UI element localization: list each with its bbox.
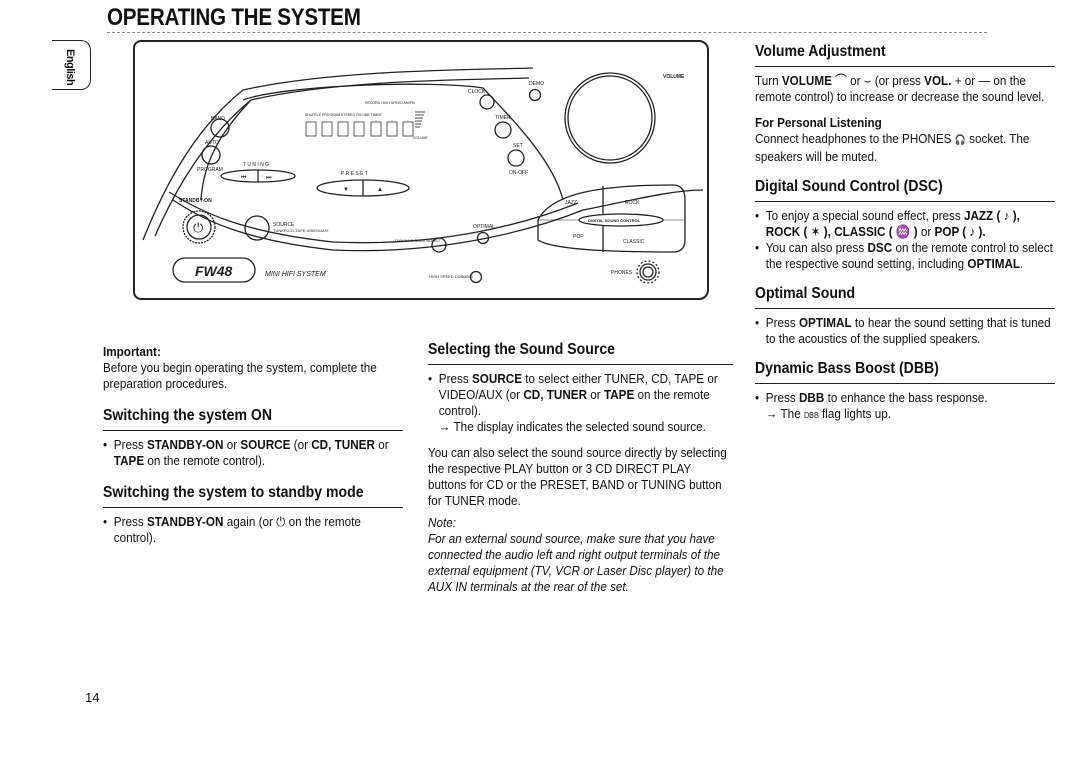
classic-icon: ♒ [895, 224, 911, 239]
left-column: Important: Before you begin operating th… [103, 344, 403, 546]
jazz-label[interactable]: JAZZ [565, 200, 577, 206]
section-divider [755, 383, 1055, 384]
power-icon: ⏻ [193, 220, 203, 235]
dsc-heading: Digital Sound Control (DSC) [755, 178, 943, 195]
set-button [507, 149, 525, 167]
important-text: Before you begin operating the system, c… [103, 360, 377, 391]
auto-program-button [201, 145, 221, 165]
standby-on-label: STANDBY-ON [179, 198, 212, 204]
display-digits [305, 121, 414, 137]
volume-label: VOLUME [663, 74, 685, 80]
middle-column: Selecting the Sound Source Press SOURCE … [428, 340, 733, 595]
display-flags-2: RECORD HIGH SPEED AM/FM [365, 101, 415, 105]
source-options-label: TUNER-CD-TAPE-VIDEO/AUX [273, 228, 329, 233]
headphones-icon: 🎧 [954, 135, 966, 146]
auto-label: AUTO [205, 140, 219, 146]
language-tab-label: English [64, 49, 76, 86]
program-label: PROGRAM [197, 167, 223, 173]
rock-label[interactable]: ROCK [625, 200, 640, 206]
note-text: For an external sound source, make sure … [428, 531, 724, 594]
dbb-flag: DBB [803, 411, 819, 420]
phones-label: PHONES [611, 270, 633, 276]
volume-heading: Volume Adjustment [755, 43, 886, 60]
dsc-remote-instruction: You can also press DSC on the remote con… [755, 240, 1055, 272]
optimal-label: OPTIMAL [473, 224, 495, 230]
clock-button [479, 94, 495, 110]
high-speed-dubbing-label: HIGH SPEED DUBBING [429, 274, 473, 279]
section-divider [755, 308, 1055, 309]
device-illustration: BAND AUTO PROGRAM T U N I N G P R E S E … [142, 67, 704, 284]
rock-icon: ✶ [810, 224, 821, 239]
display-volume-label: VOLUME [413, 136, 428, 140]
sound-source-heading: Selecting the Sound Source [428, 341, 615, 358]
sound-source-result: → The display indicates the selected sou… [438, 419, 706, 434]
dbb-instruction: Press DBB to enhance the bass response. [755, 390, 1055, 406]
section-divider [103, 430, 403, 431]
tuning-label: T U N I N G [243, 162, 269, 168]
dsc-instruction: To enjoy a special sound effect, press J… [755, 208, 1055, 240]
switch-on-instruction: Press STANDBY-ON or SOURCE (or CD, TUNER… [103, 437, 400, 469]
sound-source-paragraph: You can also select the sound source dir… [428, 445, 727, 508]
demo-label: DEMO [529, 81, 544, 87]
page-number: 14 [85, 690, 100, 705]
band-label: BAND [211, 116, 225, 122]
timer-label: TIMER [495, 115, 511, 121]
model-name: FW48 [195, 263, 233, 279]
personal-listening-text: Connect headphones to the PHONES 🎧 socke… [755, 131, 1030, 164]
set-label: SET [513, 143, 523, 149]
dbb-label: DYNAMIC BASS BOOST [395, 238, 441, 243]
display-flags: SHUFFLE PROGRAM STEREO FM DBB TIMER [305, 113, 382, 117]
important-label: Important: [103, 344, 161, 359]
demo-button [528, 88, 542, 102]
power-icon: ⏻ [276, 514, 286, 529]
dsc-label: DIGITAL SOUND CONTROL [588, 218, 641, 223]
page-title: OPERATING THE SYSTEM [107, 4, 361, 31]
right-column: Volume Adjustment Turn VOLUME ⌒ or ⌣ (or… [755, 42, 1055, 424]
language-tab[interactable]: English [52, 40, 91, 90]
section-divider [103, 507, 403, 508]
section-divider [428, 364, 733, 365]
model-description: MINI HIFI SYSTEM [265, 271, 326, 278]
section-divider [755, 66, 1055, 67]
section-divider [755, 201, 1055, 202]
preset-down-icon[interactable]: ▼ [343, 187, 349, 193]
optimal-heading: Optimal Sound [755, 285, 856, 302]
tuning-next-icon[interactable]: ⏭ [266, 175, 272, 181]
dbb-heading: Dynamic Bass Boost (DBB) [755, 360, 939, 377]
classic-label[interactable]: CLASSIC [623, 239, 645, 245]
note-label: Note: [428, 515, 456, 530]
preset-up-icon[interactable]: ▲ [377, 187, 383, 193]
clock-label: CLOCK [468, 89, 486, 95]
title-divider [107, 32, 987, 33]
sound-source-instruction: Press SOURCE to select either TUNER, CD,… [428, 371, 732, 419]
preset-label: P R E S E T [341, 171, 368, 177]
on-off-label: ON-OFF [509, 170, 528, 176]
standby-instruction: Press STANDBY-ON again (or ⏻ on the remo… [103, 514, 400, 546]
timer-button [494, 121, 512, 139]
tuning-prev-icon[interactable]: ⏮ [241, 175, 247, 181]
standby-heading: Switching the system to standby mode [103, 484, 364, 501]
optimal-instruction: Press OPTIMAL to hear the sound setting … [755, 315, 1055, 347]
personal-listening-heading: For Personal Listening [755, 115, 882, 130]
pop-label[interactable]: POP [573, 234, 584, 240]
dbb-result: → The DBB flag lights up. [765, 406, 891, 421]
volume-knob [564, 72, 656, 164]
volume-instruction: Turn VOLUME ⌒ or ⌣ (or press VOL. + or —… [755, 73, 1045, 104]
switch-on-heading: Switching the system ON [103, 407, 273, 424]
